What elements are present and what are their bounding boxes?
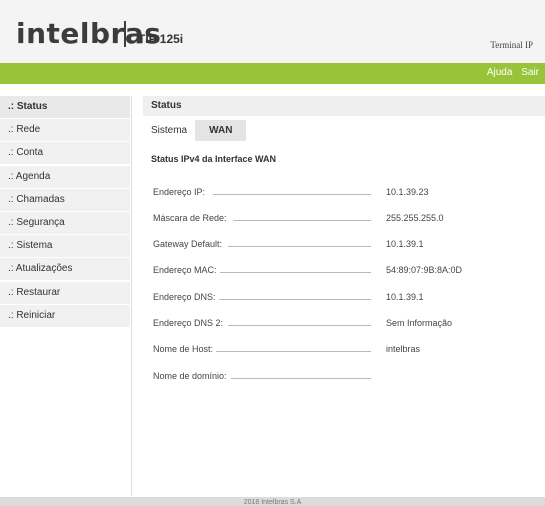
row-value: intelbras — [386, 344, 421, 354]
sidebar-item-conta[interactable]: .: Conta — [0, 142, 130, 165]
top-nav-links: Ajuda Sair — [481, 67, 539, 78]
help-link[interactable]: Ajuda — [487, 67, 513, 78]
leader-line — [213, 194, 371, 195]
row-value: 10.1.39.23 — [386, 187, 429, 197]
row-label: Nome de domínio: — [153, 371, 230, 381]
sidebar-item-chamadas[interactable]: .: Chamadas — [0, 188, 130, 211]
leader-line — [219, 272, 371, 273]
status-row: Gateway Default: 10.1.39.1 — [153, 239, 543, 253]
top-nav-bar: Ajuda Sair — [0, 63, 545, 84]
status-row: Nome de Host: intelbras — [153, 344, 543, 358]
content-divider — [131, 96, 132, 496]
row-label: Endereço IP: — [153, 187, 209, 197]
row-label: Nome de Host: — [153, 344, 217, 354]
leader-line — [231, 378, 371, 379]
leader-line — [219, 299, 371, 300]
sidebar-item-restaurar[interactable]: .: Restaurar — [0, 281, 130, 304]
logout-link[interactable]: Sair — [521, 67, 539, 78]
leader-line — [228, 325, 371, 326]
tab-wan[interactable]: WAN — [195, 120, 247, 141]
status-row: Máscara de Rede: 255.255.255.0 — [153, 213, 543, 227]
row-label: Endereço DNS 2: — [153, 318, 227, 328]
sidebar-item-sistema[interactable]: .: Sistema — [0, 235, 130, 258]
page-footer: 2018 Intelbras S.A — [0, 497, 545, 506]
status-row: Endereço MAC: 54:89:07:9B:8A:0D — [153, 265, 543, 279]
status-row: Endereço IP: 10.1.39.23 — [153, 187, 543, 201]
sidebar-menu: .: Status .: Rede .: Conta .: Agenda .: … — [0, 96, 130, 328]
sidebar-item-seguranca[interactable]: .: Segurança — [0, 211, 130, 234]
row-value: 10.1.39.1 — [386, 239, 424, 249]
row-value: 255.255.255.0 — [386, 213, 444, 223]
row-value: Sem Informação — [386, 318, 453, 328]
status-row: Endereço DNS 2: Sem Informação — [153, 318, 543, 332]
tab-sistema[interactable]: Sistema — [143, 120, 195, 141]
page-header: intelbras TIP 125i Terminal IP — [0, 0, 545, 63]
status-row: Endereço DNS: 10.1.39.1 — [153, 292, 543, 306]
row-value: 10.1.39.1 — [386, 292, 424, 302]
tab-bar: Sistema WAN — [143, 120, 545, 141]
page-title: Status — [143, 96, 545, 116]
sidebar-item-reiniciar[interactable]: .: Reiniciar — [0, 304, 130, 327]
row-label: Gateway Default: — [153, 239, 226, 249]
sidebar-item-agenda[interactable]: .: Agenda — [0, 165, 130, 188]
status-row: Nome de domínio: — [153, 371, 543, 385]
row-label: Máscara de Rede: — [153, 213, 230, 223]
terminal-label: Terminal IP — [490, 40, 533, 50]
main-content: Status Sistema WAN Status IPv4 da Interfa… — [143, 96, 545, 381]
logo-separator — [124, 21, 126, 47]
leader-line — [215, 351, 371, 352]
section-title: Status IPv4 da Interface WAN — [151, 154, 277, 164]
leader-line — [228, 246, 371, 247]
sidebar-item-rede[interactable]: .: Rede — [0, 119, 130, 142]
row-label: Endereço DNS: — [153, 292, 219, 302]
row-value: 54:89:07:9B:8A:0D — [386, 265, 463, 275]
sidebar-item-status[interactable]: .: Status — [0, 96, 130, 118]
sidebar-item-atualizacoes[interactable]: .: Atualizações — [0, 258, 130, 281]
row-label: Endereço MAC: — [153, 265, 220, 275]
leader-line — [233, 220, 371, 221]
device-model: TIP 125i — [138, 32, 184, 46]
